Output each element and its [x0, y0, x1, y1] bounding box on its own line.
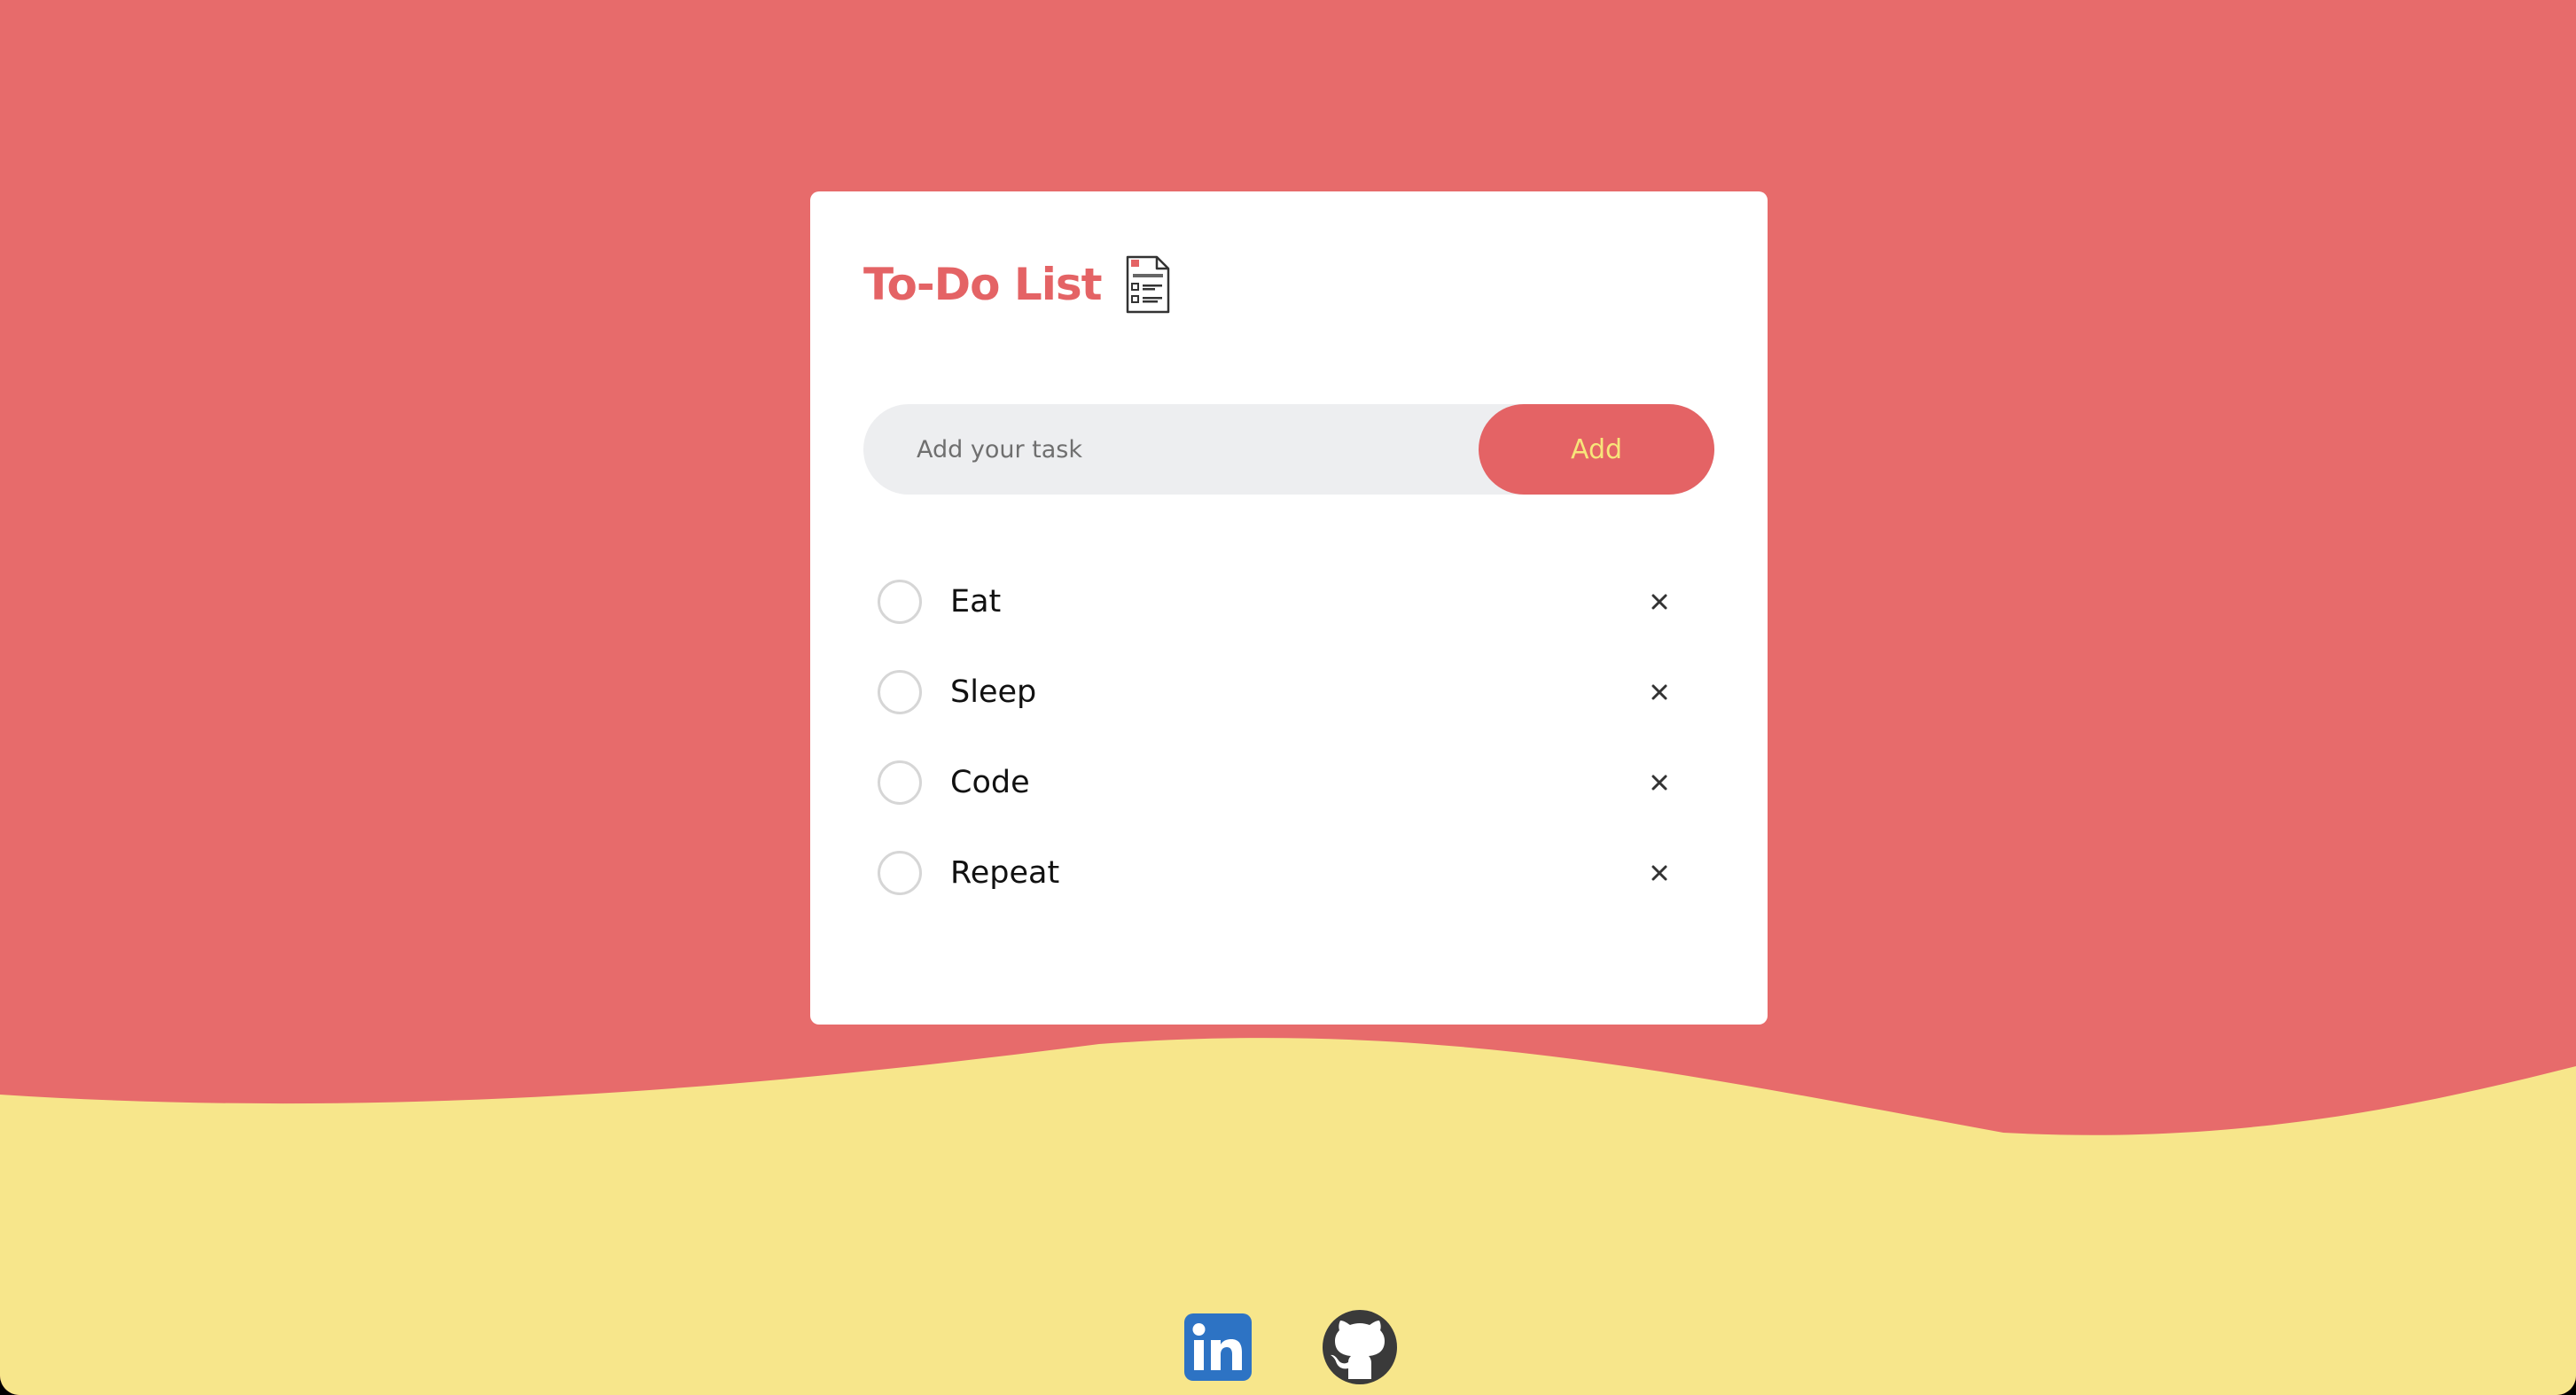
close-icon	[1651, 684, 1667, 700]
task-input-row: Add	[863, 404, 1714, 495]
task-label: Sleep	[950, 674, 1037, 710]
close-icon	[1651, 594, 1667, 610]
task-checkbox[interactable]	[878, 670, 922, 714]
task-label: Eat	[950, 584, 1002, 620]
task-item[interactable]: Sleep	[878, 647, 1693, 737]
todo-card: To-Do List Add Eat	[810, 191, 1768, 1025]
task-checkbox[interactable]	[878, 851, 922, 895]
task-item[interactable]: Eat	[878, 557, 1693, 647]
task-label: Code	[950, 765, 1030, 800]
close-icon	[1651, 775, 1667, 791]
task-item[interactable]: Repeat	[878, 828, 1693, 918]
page: To-Do List Add Eat	[0, 0, 2576, 1395]
task-label: Repeat	[950, 855, 1060, 891]
linkedin-icon[interactable]	[1184, 1313, 1252, 1381]
task-item[interactable]: Code	[878, 737, 1693, 828]
delete-button[interactable]	[1643, 676, 1675, 708]
todo-document-icon	[1126, 255, 1169, 314]
app-title: To-Do List	[863, 259, 1102, 310]
add-button[interactable]: Add	[1479, 404, 1714, 495]
task-checkbox[interactable]	[878, 760, 922, 805]
task-input[interactable]	[863, 404, 1484, 495]
task-list: Eat Sleep Code Repeat	[878, 557, 1693, 918]
title-row: To-Do List	[863, 255, 1171, 314]
delete-button[interactable]	[1643, 586, 1675, 618]
github-icon[interactable]	[1323, 1310, 1397, 1384]
task-checkbox[interactable]	[878, 580, 922, 624]
delete-button[interactable]	[1643, 767, 1675, 799]
close-icon	[1651, 865, 1667, 881]
delete-button[interactable]	[1643, 857, 1675, 889]
